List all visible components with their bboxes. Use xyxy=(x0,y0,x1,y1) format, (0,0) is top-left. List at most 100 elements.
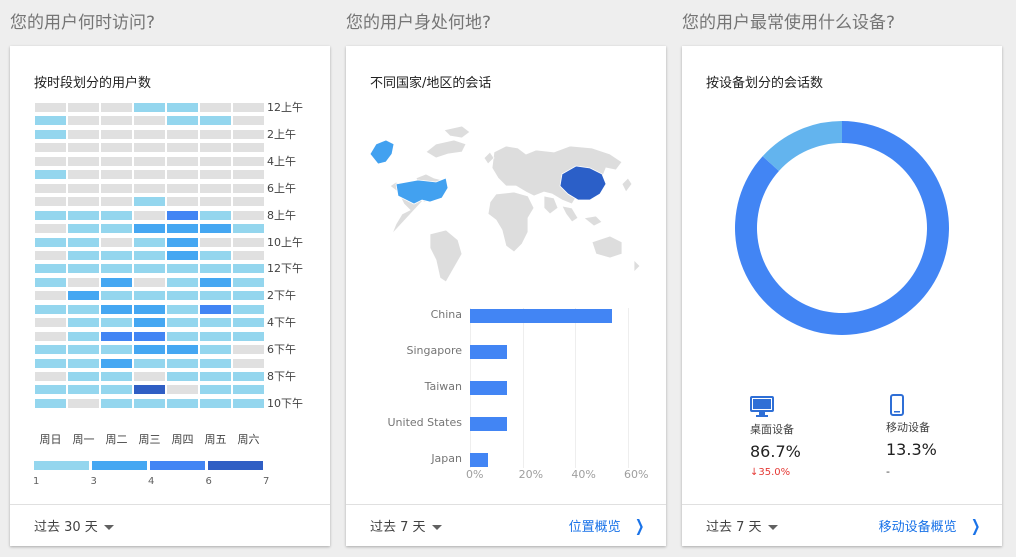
mobile-overview-link[interactable]: 移动设备概览 ❯ xyxy=(879,516,982,535)
date-range-dropdown[interactable]: 过去 7 天 xyxy=(706,516,778,535)
heatmap-cell xyxy=(35,331,66,341)
caret-down-icon xyxy=(103,525,114,530)
heatmap-cell xyxy=(134,304,165,314)
heatmap-cell xyxy=(68,183,99,193)
heatmap-cell xyxy=(101,385,132,395)
date-range-dropdown[interactable]: 过去 7 天 xyxy=(370,516,442,535)
heatmap-cell xyxy=(200,345,231,355)
heatmap-cell xyxy=(101,345,132,355)
gridline xyxy=(628,308,629,468)
device-donut-chart xyxy=(735,121,949,335)
heatmap-cell xyxy=(200,264,231,274)
heatmap-cell xyxy=(101,156,132,166)
heatmap-cell xyxy=(167,224,198,234)
heatmap-cell xyxy=(200,103,231,112)
heatmap-cell xyxy=(167,345,198,355)
heatmap-cell xyxy=(167,170,198,180)
heatmap-cell xyxy=(233,331,264,341)
heatmap-cell xyxy=(167,291,198,301)
heatmap-y-label: 8上午 xyxy=(267,208,296,222)
legend-label: 3 xyxy=(90,476,97,487)
heatmap-cell xyxy=(167,129,198,139)
country-bar xyxy=(470,453,489,467)
caret-down-icon xyxy=(767,525,778,530)
card-footer: 过去 30 天 xyxy=(10,504,330,546)
location-overview-link[interactable]: 位置概览 ❯ xyxy=(569,516,646,535)
heatmap-cell xyxy=(68,331,99,341)
heatmap-cell xyxy=(101,170,132,180)
heatmap-cell xyxy=(233,197,264,207)
heatmap-y-label: 8下午 xyxy=(267,370,296,383)
heatmap-cell xyxy=(167,237,198,247)
heatmap-cell xyxy=(68,156,99,166)
donut-slice-mobile xyxy=(762,121,842,171)
heatmap-cell xyxy=(200,331,231,341)
heatmap-cell xyxy=(134,129,165,139)
heatmap-cell xyxy=(35,170,66,180)
heatmap-cell xyxy=(200,129,231,139)
card-title: 按时段划分的用户数 xyxy=(34,76,152,91)
heatmap-cell xyxy=(167,358,198,368)
heatmap-cell xyxy=(68,318,99,328)
heatmap-cell xyxy=(200,291,231,301)
x-tick-label: 60% xyxy=(624,468,649,481)
card-footer: 过去 7 天 位置概览 ❯ xyxy=(346,504,666,546)
date-range-label: 过去 7 天 xyxy=(706,520,762,535)
heatmap-cell xyxy=(101,237,132,247)
users-by-time-card: 按时段划分的用户数 12上午 2上午 4上午 6上午 8上午 10上午 12下午 2下午 4下午… xyxy=(10,46,330,546)
country-label: United States xyxy=(387,416,463,429)
heatmap-cell xyxy=(134,398,165,408)
desktop-icon xyxy=(750,396,774,417)
heatmap-cell xyxy=(167,210,198,220)
heatmap-cell xyxy=(35,143,66,153)
country-label: Taiwan xyxy=(424,380,462,393)
mobile-label: 移动设备 xyxy=(886,421,930,434)
heatmap-cell xyxy=(233,116,264,126)
heatmap-cell xyxy=(101,116,132,126)
heatmap-x-label: 周五 xyxy=(204,433,227,446)
heatmap-cell xyxy=(101,197,132,207)
heatmap-cell xyxy=(68,264,99,274)
heatmap-cell xyxy=(101,183,132,193)
heatmap-cell xyxy=(233,385,264,395)
legend-label: 4 xyxy=(148,476,155,487)
heatmap-cell xyxy=(101,304,132,314)
heatmap-cell xyxy=(101,318,132,328)
legend-label: 1 xyxy=(33,476,40,487)
heatmap-cell xyxy=(233,358,264,368)
heatmap-cell xyxy=(200,250,231,260)
heatmap-cell xyxy=(35,237,66,247)
heatmap-cell xyxy=(200,210,231,220)
mobile-change: - xyxy=(886,465,890,478)
heatmap-cell xyxy=(68,398,99,408)
heatmap-cell xyxy=(101,210,132,220)
heatmap-cell xyxy=(167,183,198,193)
legend-swatch xyxy=(34,461,89,470)
heatmap-cell xyxy=(167,318,198,328)
heatmap-x-label: 周日 xyxy=(39,433,62,446)
sessions-by-country-card: 不同国家/地区的会话 0% 20% 40% 60% China Singapore Taiw… xyxy=(346,46,666,546)
heatmap-y-label: 6上午 xyxy=(267,181,296,195)
heatmap-cell xyxy=(68,277,99,287)
country-bar xyxy=(470,381,507,395)
heatmap-cell xyxy=(200,143,231,153)
heatmap-cell xyxy=(134,372,165,381)
heatmap-cell xyxy=(200,385,231,395)
heatmap-cell xyxy=(68,372,99,381)
heatmap-cell xyxy=(35,372,66,381)
heatmap-cell xyxy=(233,318,264,328)
heatmap-cell xyxy=(134,318,165,328)
heatmap-cell xyxy=(68,210,99,220)
heatmap-cell xyxy=(134,183,165,193)
link-label: 位置概览 xyxy=(568,520,621,535)
heatmap-cell xyxy=(35,116,66,126)
heatmap-cell xyxy=(167,277,198,287)
heatmap-cell xyxy=(35,197,66,207)
heatmap-cell xyxy=(68,345,99,355)
heatmap-cell xyxy=(200,398,231,408)
date-range-dropdown[interactable]: 过去 30 天 xyxy=(34,516,114,535)
heatmap-cell xyxy=(200,358,231,368)
gridline xyxy=(522,308,524,468)
heatmap-y-label: 12下午 xyxy=(267,262,303,276)
mobile-icon xyxy=(890,394,904,416)
